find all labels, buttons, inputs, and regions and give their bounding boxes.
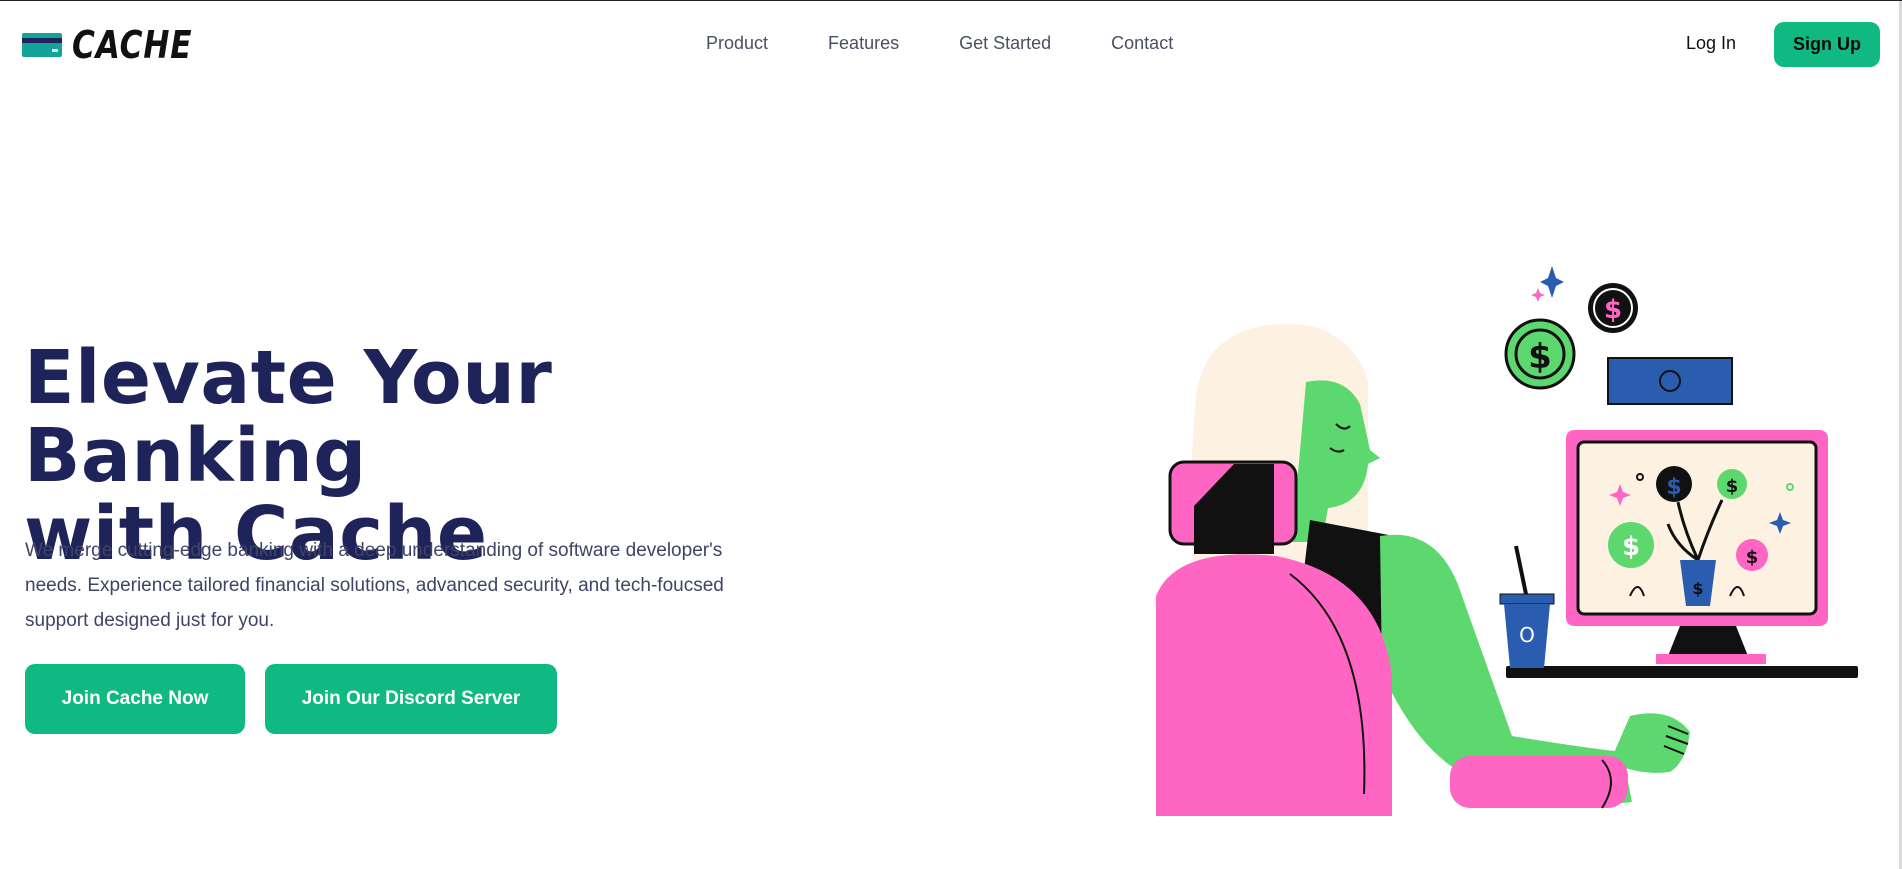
site-header: CACHE Product Features Get Started Conta…	[0, 1, 1902, 89]
main-nav: Product Features Get Started Contact	[706, 33, 1173, 54]
drink-cup: O	[1499, 545, 1555, 668]
nav-get-started[interactable]: Get Started	[959, 33, 1051, 54]
svg-text:$: $	[1622, 532, 1640, 562]
join-cache-button[interactable]: Join Cache Now	[25, 664, 245, 734]
hero-title-line1: Elevate Your Banking	[24, 335, 553, 499]
logo[interactable]: CACHE	[22, 25, 219, 65]
banknote-icon	[1607, 357, 1733, 405]
login-link[interactable]: Log In	[1686, 33, 1736, 54]
sparkle-icon	[1540, 266, 1564, 298]
nav-features[interactable]: Features	[828, 33, 899, 54]
logo-text: CACHE	[72, 23, 193, 67]
svg-text:$: $	[1692, 579, 1703, 598]
sparkle-icon	[1531, 288, 1545, 302]
cup-label: O	[1519, 623, 1535, 647]
hero-description: We merge cutting-edge banking with a dee…	[25, 540, 724, 631]
woman-at-computer-illustration: $ $ $ $ $ $ $ O	[1156, 266, 1858, 816]
page: CACHE Product Features Get Started Conta…	[0, 0, 1902, 869]
svg-text:$: $	[1528, 337, 1552, 377]
svg-text:$: $	[1666, 475, 1681, 500]
monitor: $ $ $ $ $	[1566, 430, 1828, 664]
svg-text:$: $	[1726, 476, 1739, 497]
nav-product[interactable]: Product	[706, 33, 768, 54]
credit-card-icon	[22, 33, 62, 57]
svg-text:$: $	[1746, 547, 1759, 568]
signup-button[interactable]: Sign Up	[1774, 22, 1880, 67]
nav-contact[interactable]: Contact	[1111, 33, 1173, 54]
svg-text:$: $	[1604, 295, 1622, 325]
join-discord-button[interactable]: Join Our Discord Server	[265, 664, 557, 734]
